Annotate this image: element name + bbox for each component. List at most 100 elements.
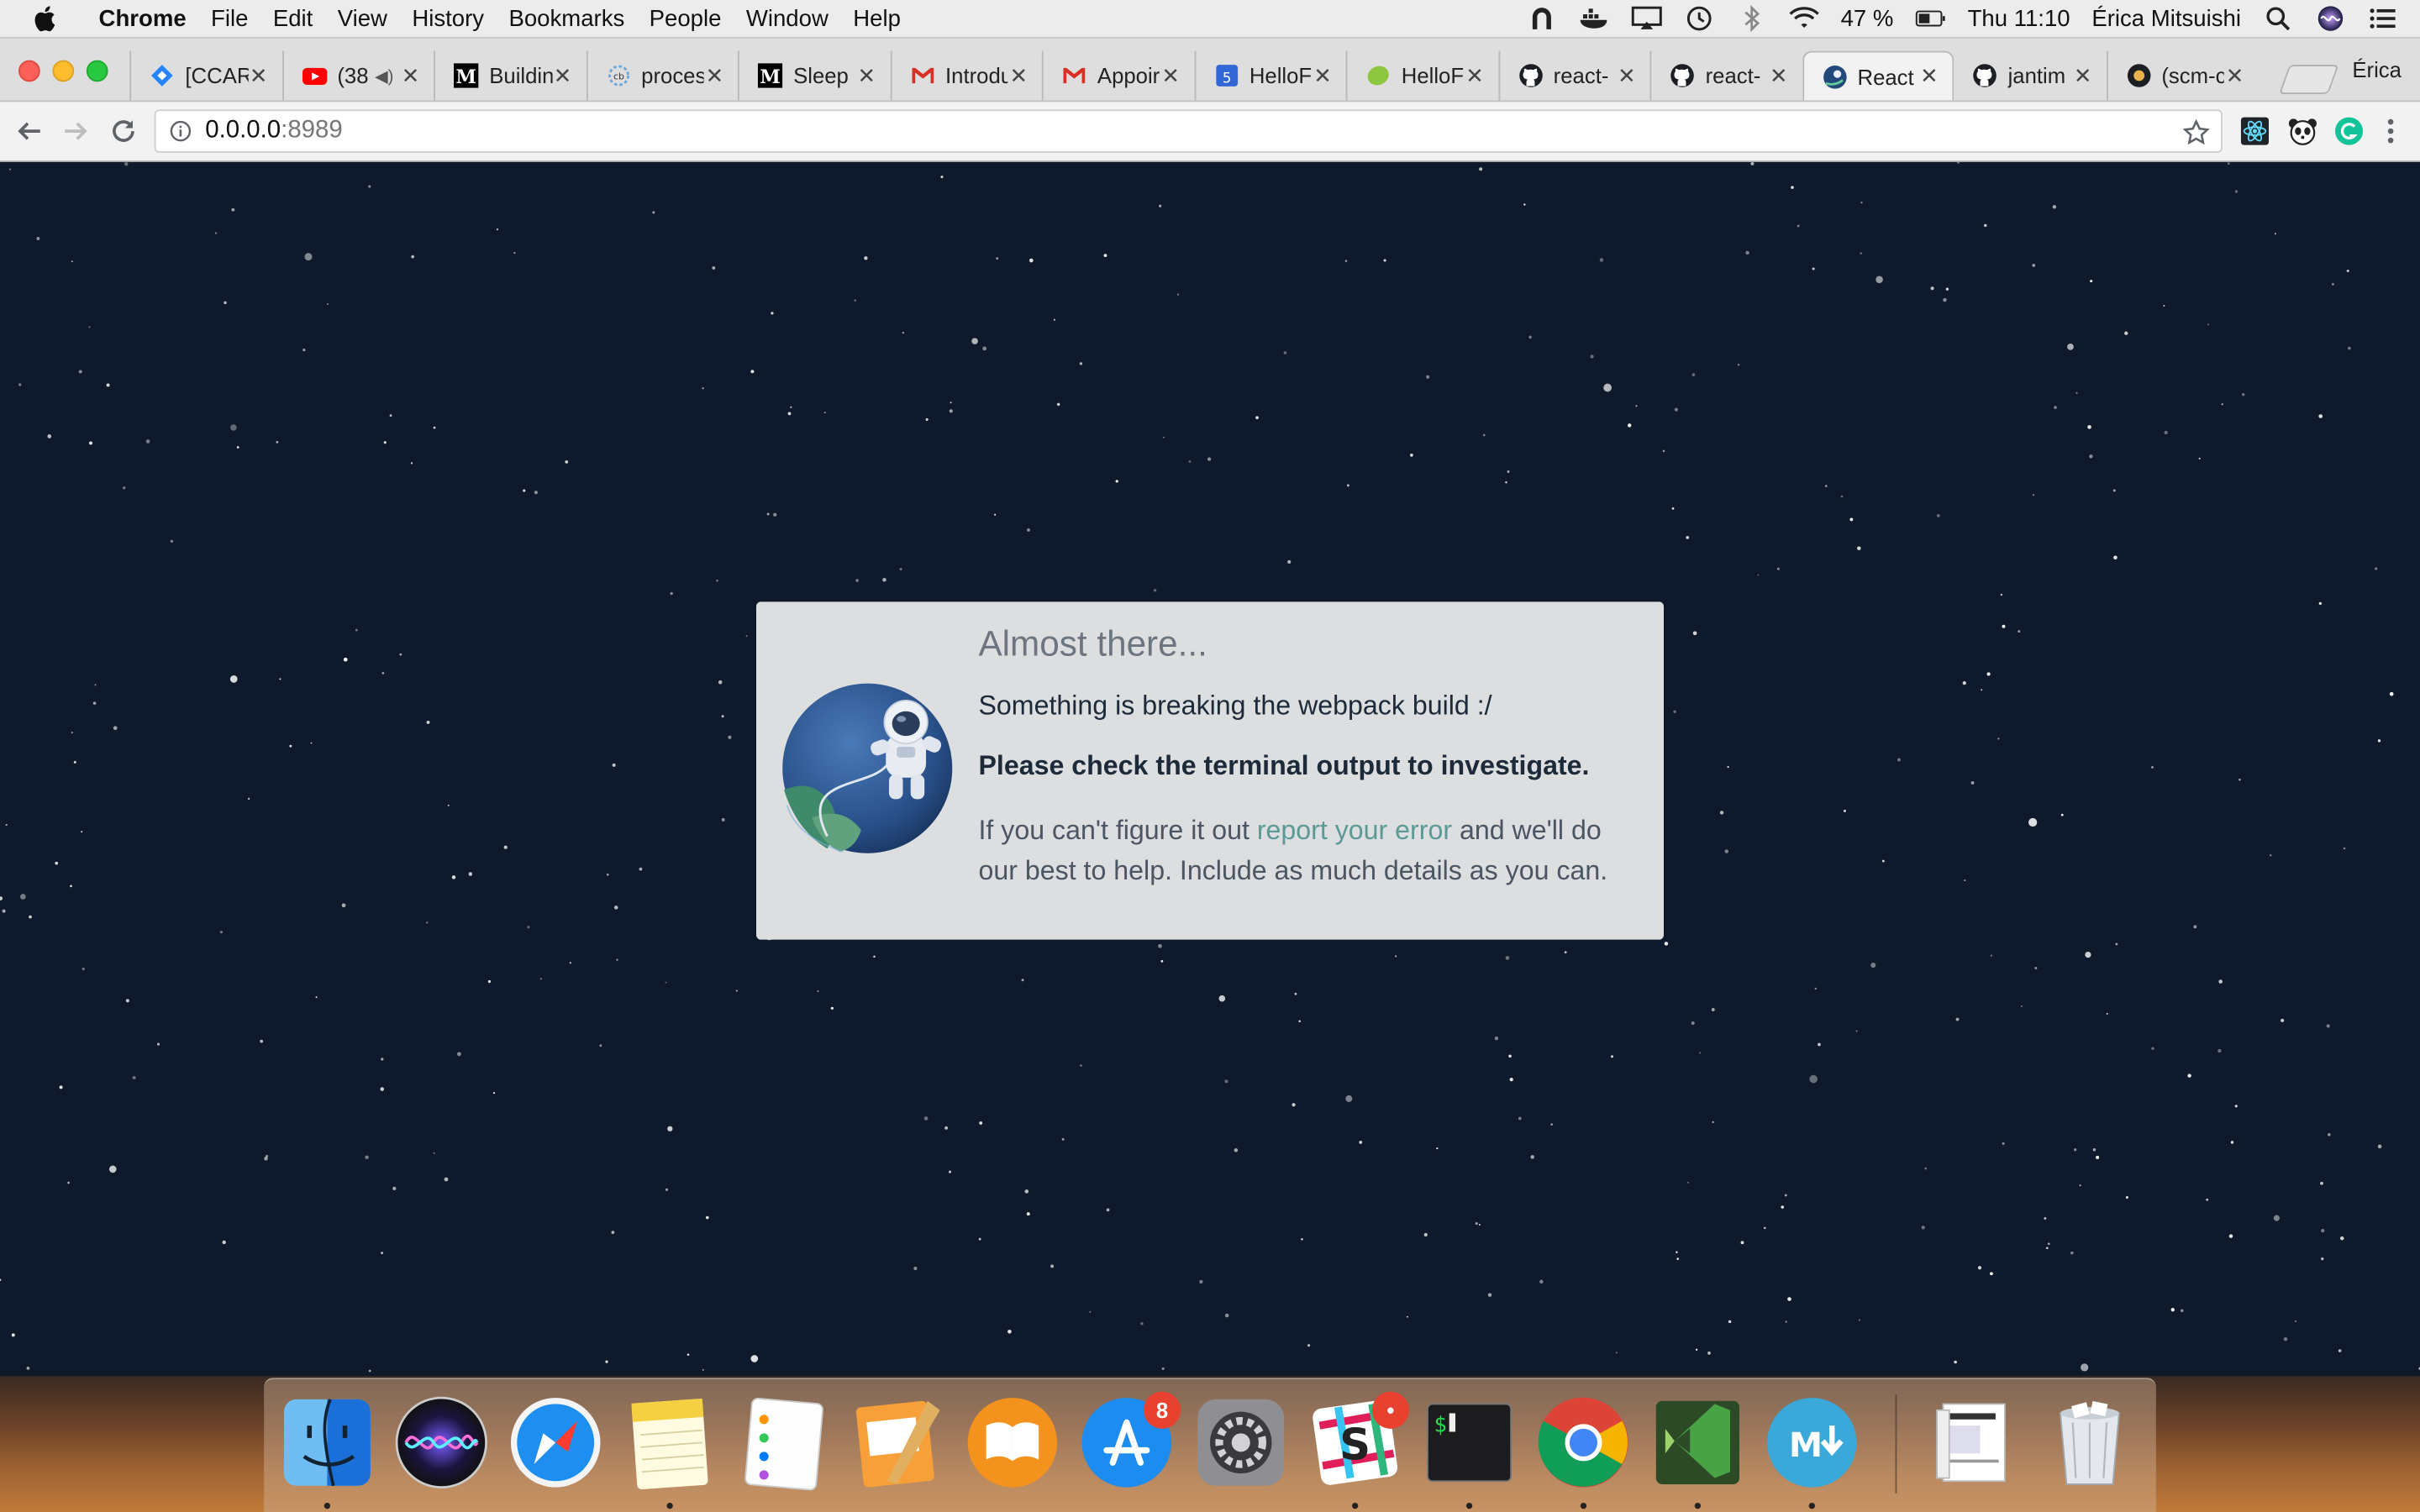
notification-center-icon[interactable]: [2368, 5, 2399, 33]
tab[interactable]: Appoir ✕: [1041, 50, 1194, 101]
trash-icon[interactable]: [2042, 1394, 2138, 1490]
tab[interactable]: (scm-c ✕: [2106, 50, 2258, 101]
bookmark-star-icon[interactable]: [2181, 118, 2212, 149]
star: [145, 439, 150, 444]
chrome-menu-icon[interactable]: [2374, 114, 2407, 148]
close-tab-icon[interactable]: ✕: [1768, 62, 1790, 88]
panda-icon[interactable]: [2286, 114, 2319, 148]
menubar: Chrome File Edit View History Bookmarks …: [0, 0, 2420, 39]
tab[interactable]: Introdu ✕: [889, 50, 1042, 101]
tab[interactable]: cb proces ✕: [586, 50, 738, 101]
close-tab-icon[interactable]: ✕: [1464, 62, 1486, 88]
tab[interactable]: 5 HelloF ✕: [1193, 50, 1346, 101]
menubar-clock[interactable]: Thu 11:10: [1968, 5, 2070, 31]
menu-window[interactable]: Window: [734, 5, 840, 31]
star: [1824, 485, 1828, 487]
wifi-icon[interactable]: [1788, 5, 1819, 33]
time-machine-icon[interactable]: [1683, 5, 1714, 33]
ibooks-icon[interactable]: [965, 1394, 1060, 1490]
react-devtools-icon[interactable]: [2238, 114, 2271, 148]
close-tab-icon[interactable]: ✕: [1918, 63, 1940, 89]
forward-button[interactable]: [59, 114, 92, 148]
star: [864, 256, 868, 260]
notes-icon[interactable]: [622, 1394, 718, 1490]
tab[interactable]: HelloF ✕: [1345, 50, 1498, 101]
vpn-icon[interactable]: [1526, 5, 1557, 33]
star: [247, 797, 250, 800]
report-error-link[interactable]: report your error: [1257, 815, 1452, 846]
terminal-icon[interactable]: $: [1422, 1394, 1518, 1490]
tab-title: HelloF: [1249, 63, 1313, 88]
battery-icon[interactable]: [1915, 5, 1946, 33]
star: [279, 678, 281, 680]
tab[interactable]: [CCAR ✕: [129, 50, 281, 101]
speaker-icon[interactable]: ◀): [375, 66, 393, 86]
pages-icon[interactable]: [850, 1394, 946, 1490]
back-button[interactable]: [13, 114, 46, 148]
close-tab-icon[interactable]: ✕: [400, 62, 422, 88]
reload-button[interactable]: [107, 114, 140, 148]
close-window-button[interactable]: [18, 60, 40, 82]
safari-icon[interactable]: [508, 1394, 603, 1490]
downloads-stack-icon[interactable]: [1928, 1394, 2023, 1490]
star: [88, 326, 91, 328]
spotlight-icon[interactable]: [2263, 5, 2294, 33]
menu-app-name[interactable]: Chrome: [81, 5, 199, 31]
star: [88, 441, 93, 445]
menu-edit[interactable]: Edit: [260, 5, 325, 31]
svg-text:S: S: [1339, 1420, 1370, 1471]
markdown-icon[interactable]: M: [1764, 1394, 1860, 1490]
system-preferences-icon[interactable]: [1193, 1394, 1289, 1490]
new-tab-button[interactable]: [2279, 65, 2339, 95]
star: [224, 301, 227, 305]
menu-people[interactable]: People: [637, 5, 734, 31]
menubar-user[interactable]: Érica Mitsuishi: [2091, 5, 2241, 31]
chrome-icon[interactable]: [1536, 1394, 1632, 1490]
grammarly-icon[interactable]: [2332, 114, 2365, 148]
menu-help[interactable]: Help: [841, 5, 913, 31]
close-tab-icon[interactable]: ✕: [1160, 62, 1181, 88]
profile-button[interactable]: Érica: [2352, 57, 2402, 81]
airplay-icon[interactable]: [1631, 5, 1662, 33]
menu-view[interactable]: View: [325, 5, 400, 31]
close-tab-icon[interactable]: ✕: [1616, 62, 1638, 88]
tab[interactable]: M Sleep ✕: [737, 50, 890, 101]
minimize-window-button[interactable]: [52, 60, 75, 82]
close-tab-icon[interactable]: ✕: [1312, 62, 1334, 88]
star: [411, 255, 415, 259]
star: [949, 409, 953, 413]
tab[interactable]: (38 ◀) ✕: [281, 50, 434, 101]
close-tab-icon[interactable]: ✕: [552, 62, 574, 88]
finder-icon[interactable]: [279, 1394, 375, 1490]
address-bar[interactable]: 0.0.0.0:8989: [154, 109, 2223, 153]
tab-active[interactable]: React ✕: [1802, 50, 1954, 101]
calendar-icon: 5: [1214, 63, 1239, 87]
star: [2318, 414, 2323, 418]
siri-icon[interactable]: [393, 1394, 489, 1490]
site-info-icon[interactable]: [168, 118, 192, 143]
reminders-icon[interactable]: [736, 1394, 832, 1491]
siri-icon[interactable]: [2315, 5, 2346, 33]
close-tab-icon[interactable]: ✕: [2072, 62, 2094, 88]
bluetooth-icon[interactable]: [1736, 4, 1767, 33]
star: [2070, 1251, 2074, 1255]
docker-icon[interactable]: [1578, 5, 1609, 33]
close-tab-icon[interactable]: ✕: [855, 62, 877, 88]
menu-bookmarks[interactable]: Bookmarks: [497, 5, 637, 31]
star: [940, 176, 944, 179]
battery-percent[interactable]: 47 %: [1841, 5, 1894, 31]
vscode-icon[interactable]: [1649, 1394, 1745, 1490]
menu-file[interactable]: File: [198, 5, 260, 31]
close-tab-icon[interactable]: ✕: [1007, 62, 1029, 88]
tab[interactable]: M Buildin ✕: [434, 50, 586, 101]
tab[interactable]: react- ✕: [1649, 50, 1802, 101]
close-tab-icon[interactable]: ✕: [2224, 62, 2246, 88]
apple-icon[interactable]: [31, 3, 62, 34]
tab[interactable]: react- ✕: [1497, 50, 1650, 101]
zoom-window-button[interactable]: [86, 60, 108, 82]
screen: Chrome File Edit View History Bookmarks …: [0, 0, 2420, 1512]
close-tab-icon[interactable]: ✕: [248, 62, 270, 88]
tab[interactable]: jantim ✕: [1954, 51, 2106, 101]
close-tab-icon[interactable]: ✕: [704, 62, 726, 88]
menu-history[interactable]: History: [400, 5, 497, 31]
